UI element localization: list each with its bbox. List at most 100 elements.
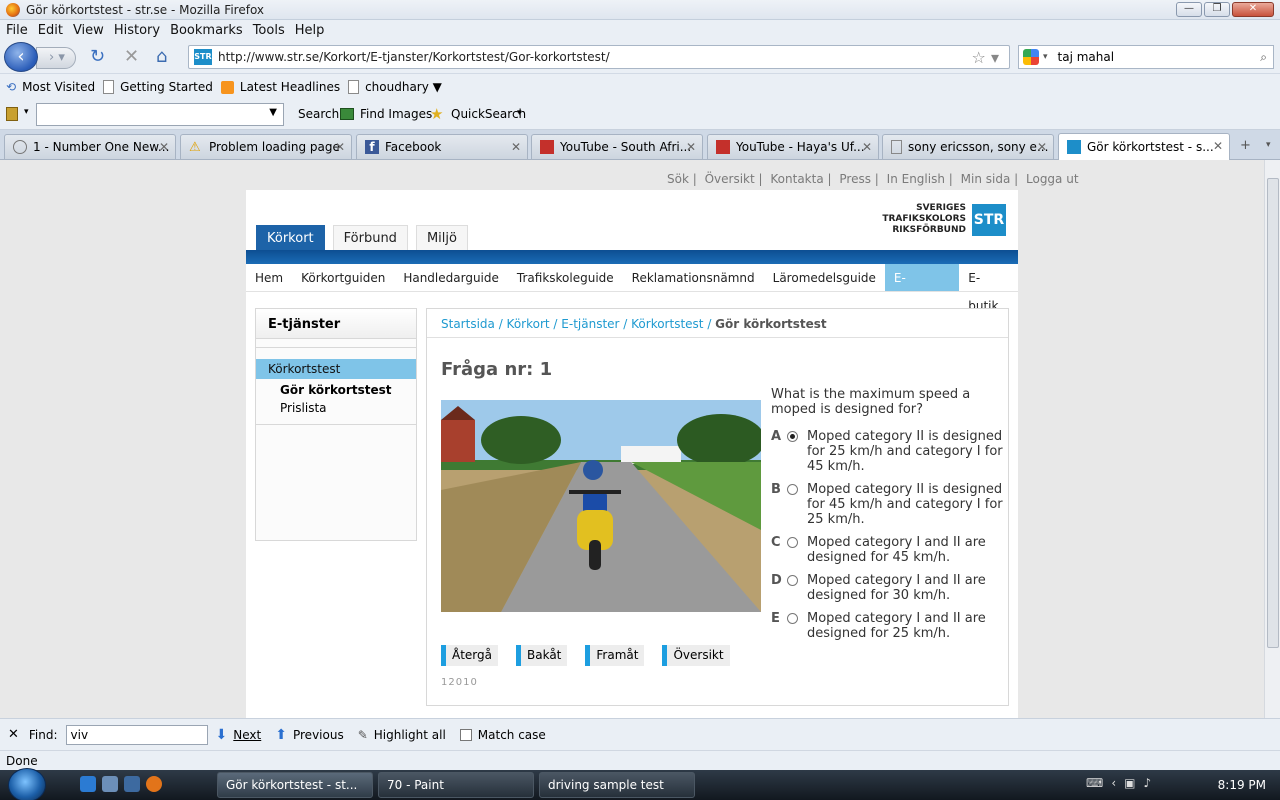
show-desktop-icon[interactable] xyxy=(102,776,118,792)
close-tab-icon[interactable]: ✕ xyxy=(511,140,521,154)
menu-view[interactable]: View xyxy=(73,23,104,38)
switch-windows-icon[interactable] xyxy=(124,776,140,792)
firefox-icon[interactable] xyxy=(146,776,162,792)
ie-icon[interactable] xyxy=(80,776,96,792)
addon-search-button[interactable]: Search xyxy=(298,107,339,121)
bookmark-getting-started[interactable]: Getting Started xyxy=(103,80,213,94)
home-icon[interactable]: ⌂ xyxy=(156,46,167,67)
url-bar[interactable]: STR http://www.str.se/Korkort/E-tjanster… xyxy=(188,45,1010,69)
google-icon[interactable] xyxy=(1023,49,1039,65)
left-sub-gor-korkortstest[interactable]: Gör körkortstest xyxy=(280,383,391,397)
option-radio[interactable] xyxy=(787,537,798,548)
menu-history[interactable]: History xyxy=(114,23,160,38)
left-sub-prislista[interactable]: Prislista xyxy=(280,401,327,415)
crumb-korkortstest[interactable]: Körkortstest xyxy=(631,317,703,331)
search-icon[interactable]: ⌕ xyxy=(1260,50,1267,65)
chevron-down-icon[interactable]: ▼ xyxy=(269,107,277,118)
tray-expand-icon[interactable]: ‹ xyxy=(1111,776,1116,790)
vertical-scrollbar[interactable] xyxy=(1264,160,1280,718)
chevron-down-icon[interactable]: ▾ xyxy=(1043,52,1048,62)
site-tab-korkort[interactable]: Körkort xyxy=(256,225,325,251)
tab-gor-korkortstest[interactable]: Gör körkortstest - s... ✕ xyxy=(1058,133,1230,160)
link-logga-ut[interactable]: Logga ut xyxy=(1026,172,1079,186)
search-bar[interactable]: ▾ taj mahal ⌕ xyxy=(1018,45,1274,69)
submenu-reklamationsnamnd[interactable]: Reklamationsnämnd xyxy=(623,264,764,291)
tab-facebook[interactable]: f Facebook ✕ xyxy=(356,134,528,159)
find-previous-button[interactable]: ⬆ Previous xyxy=(275,727,343,743)
option-radio[interactable] xyxy=(787,431,798,442)
site-tab-forbund[interactable]: Förbund xyxy=(332,225,408,251)
left-item-korkortstest[interactable]: Körkortstest xyxy=(256,359,416,379)
chevron-down-icon[interactable]: ▾ xyxy=(24,107,29,117)
close-window-button[interactable]: ✕ xyxy=(1232,2,1274,17)
submenu-trafikskoleguide[interactable]: Trafikskoleguide xyxy=(508,264,623,291)
start-button[interactable] xyxy=(8,768,46,800)
search-input[interactable]: taj mahal xyxy=(1058,50,1261,64)
maximize-button[interactable]: ❐ xyxy=(1204,2,1230,17)
close-tab-icon[interactable]: ✕ xyxy=(1213,139,1223,153)
new-tab-button[interactable]: + xyxy=(1240,138,1251,153)
option-radio[interactable] xyxy=(787,484,798,495)
find-images-button[interactable]: Find Images xyxy=(360,107,432,121)
submenu-laromedelsguide[interactable]: Läromedelsguide xyxy=(764,264,885,291)
link-min-sida[interactable]: Min sida | xyxy=(961,172,1019,186)
quicksearch-button[interactable]: QuickSearch xyxy=(451,107,526,121)
menu-file[interactable]: File xyxy=(6,23,28,38)
submenu-handledarguide[interactable]: Handledarguide xyxy=(394,264,508,291)
menu-help[interactable]: Help xyxy=(295,23,325,38)
minimize-button[interactable]: — xyxy=(1176,2,1202,17)
addon-search-combo[interactable]: ▼ xyxy=(36,103,284,126)
option-radio[interactable] xyxy=(787,613,798,624)
bookmark-latest-headlines[interactable]: Latest Headlines xyxy=(220,80,340,94)
submenu-hem[interactable]: Hem xyxy=(246,264,292,291)
volume-icon[interactable]: ♪ xyxy=(1143,776,1151,790)
tab-sony-ericsson[interactable]: sony ericsson, sony e... ✕ xyxy=(882,134,1054,159)
link-oversikt[interactable]: Översikt | xyxy=(705,172,763,186)
option-radio[interactable] xyxy=(787,575,798,586)
site-tab-miljo[interactable]: Miljö xyxy=(415,225,468,251)
task-firefox[interactable]: Gör körkortstest - st... xyxy=(217,772,373,798)
link-press[interactable]: Press | xyxy=(839,172,878,186)
close-tab-icon[interactable]: ✕ xyxy=(1037,140,1047,154)
clock[interactable]: 8:19 PM xyxy=(1218,778,1266,792)
oversikt-button[interactable]: Översikt xyxy=(662,645,730,666)
tab-number-one[interactable]: 1 - Number One New... ✕ xyxy=(4,134,176,159)
close-find-icon[interactable]: ✕ xyxy=(8,727,19,742)
str-logo[interactable]: SVERIGES TRAFIKSKOLORS RIKSFÖRBUND STR xyxy=(882,202,1006,238)
find-input[interactable]: viv xyxy=(65,724,208,745)
back-button[interactable]: ‹ xyxy=(4,42,38,72)
bakat-button[interactable]: Bakåt xyxy=(516,645,568,666)
match-case-checkbox[interactable]: Match case xyxy=(459,728,546,742)
checkbox-icon[interactable] xyxy=(459,728,472,741)
task-driving-sample-test[interactable]: driving sample test xyxy=(539,772,695,798)
network-icon[interactable]: ▣ xyxy=(1124,776,1135,790)
tab-youtube-south-africa[interactable]: YouTube - South Afri... ✕ xyxy=(531,134,703,159)
crumb-korkort[interactable]: Körkort xyxy=(507,317,550,331)
menu-tools[interactable]: Tools xyxy=(253,23,285,38)
crumb-startsida[interactable]: Startsida xyxy=(441,317,495,331)
menu-bookmarks[interactable]: Bookmarks xyxy=(170,23,243,38)
bookmark-most-visited[interactable]: ⟲ Most Visited xyxy=(6,80,95,94)
forward-button[interactable]: › ▾ xyxy=(36,47,76,69)
link-in-english[interactable]: In English | xyxy=(887,172,953,186)
link-kontakta[interactable]: Kontakta | xyxy=(770,172,831,186)
stop-icon[interactable]: ✕ xyxy=(124,46,139,67)
bookmark-star-icon[interactable]: ☆ ▾ xyxy=(972,48,999,67)
scrollbar-thumb[interactable] xyxy=(1267,178,1279,648)
submenu-e-tjanster[interactable]: E-tjänster xyxy=(884,264,960,313)
close-tab-icon[interactable]: ✕ xyxy=(335,140,345,154)
link-sok[interactable]: Sök | xyxy=(667,172,697,186)
close-tab-icon[interactable]: ✕ xyxy=(686,140,696,154)
bookmark-choudhary[interactable]: choudhary ▼ xyxy=(348,80,442,94)
chevron-down-icon[interactable]: ▾ xyxy=(517,108,522,118)
task-paint[interactable]: 70 - Paint xyxy=(378,772,534,798)
reload-icon[interactable]: ↻ xyxy=(90,46,105,67)
menu-edit[interactable]: Edit xyxy=(38,23,63,38)
close-tab-icon[interactable]: ✕ xyxy=(159,140,169,154)
tab-problem-loading[interactable]: ⚠ Problem loading page ✕ xyxy=(180,134,352,159)
atergå-button[interactable]: Återgå xyxy=(441,645,498,666)
submenu-e-butik[interactable]: E-butik xyxy=(959,264,1018,313)
highlight-all-button[interactable]: ✎ Highlight all xyxy=(358,728,446,742)
keyboard-icon[interactable]: ⌨ xyxy=(1086,776,1103,790)
find-next-button[interactable]: ⬇ Next xyxy=(216,727,262,743)
